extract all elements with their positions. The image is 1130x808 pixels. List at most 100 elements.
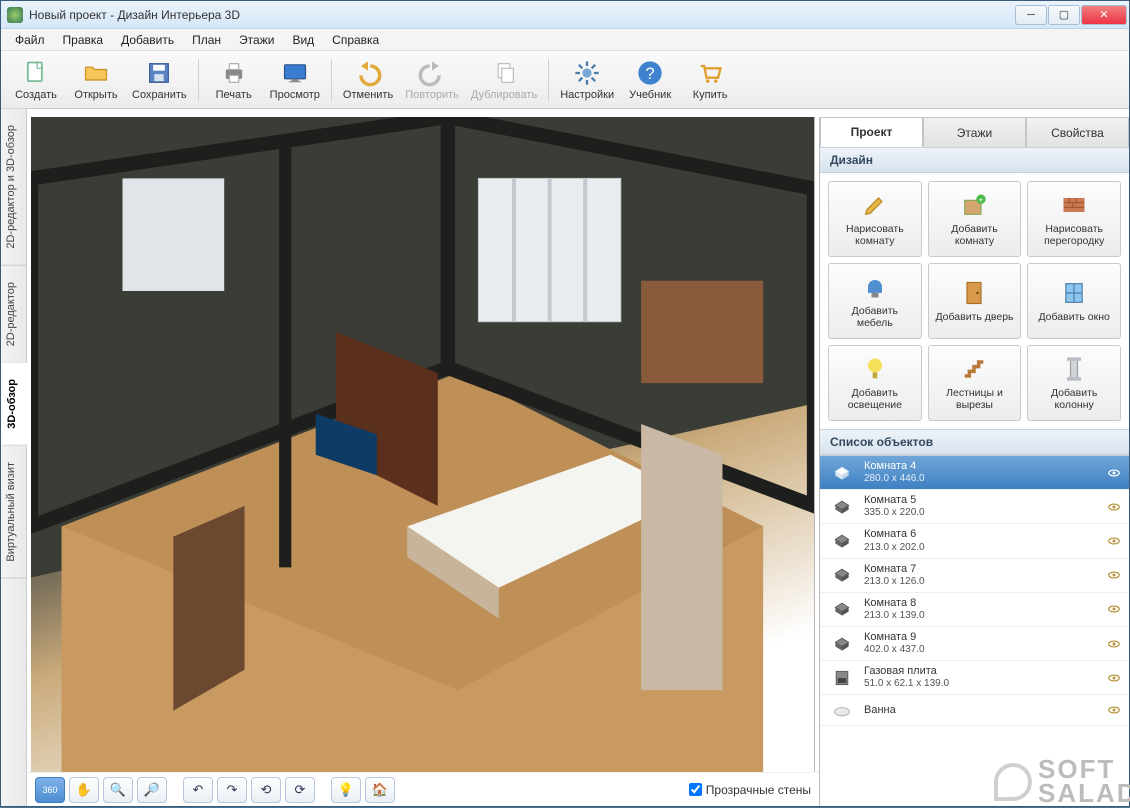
toolbar-duplicate[interactable]: Дублировать (466, 54, 542, 106)
object-dimensions: 402.0 x 437.0 (864, 644, 925, 656)
object-type-icon (828, 530, 856, 552)
add-room-button[interactable]: +Добавить комнату (928, 181, 1022, 257)
redo-icon (418, 59, 446, 87)
pencil-room-icon (861, 191, 889, 219)
visibility-eye-icon[interactable] (1107, 466, 1121, 480)
toolbar-print[interactable]: Печать (205, 54, 263, 106)
home-icon: 🏠 (372, 782, 388, 798)
menu-floors[interactable]: Этажи (231, 31, 282, 49)
duplicate-icon (490, 59, 518, 87)
visibility-eye-icon[interactable] (1107, 568, 1121, 582)
object-type-icon (828, 598, 856, 620)
pan-button[interactable]: ✋ (69, 777, 99, 803)
toolbar-tutorial[interactable]: ?Учебник (621, 54, 679, 106)
visibility-eye-icon[interactable] (1107, 703, 1121, 717)
tab-2d-editor[interactable]: 2D-редактор (1, 266, 26, 363)
toolbar-redo[interactable]: Повторить (400, 54, 464, 106)
menu-help[interactable]: Справка (324, 31, 387, 49)
visibility-eye-icon[interactable] (1107, 602, 1121, 616)
object-dimensions: 280.0 x 446.0 (864, 473, 925, 485)
menu-file[interactable]: Файл (7, 31, 53, 49)
orbit-left-button[interactable]: ⟲ (251, 777, 281, 803)
light-toggle-button[interactable]: 💡 (331, 777, 361, 803)
right-panel: Проект Этажи Свойства Дизайн Нарисовать … (819, 117, 1129, 806)
bulb-icon (861, 355, 889, 383)
toolbar-undo[interactable]: Отменить (338, 54, 398, 106)
visibility-eye-icon[interactable] (1107, 500, 1121, 514)
transparent-walls-checkbox[interactable]: Прозрачные стены (689, 783, 811, 797)
zoom-in-button[interactable]: 🔍 (103, 777, 133, 803)
folder-open-icon (82, 59, 110, 87)
object-row[interactable]: Комната 5335.0 x 220.0 (820, 490, 1129, 524)
tab-floors[interactable]: Этажи (923, 117, 1026, 147)
zoom-out-icon: 🔎 (144, 782, 160, 798)
visibility-eye-icon[interactable] (1107, 534, 1121, 548)
home-view-button[interactable]: 🏠 (365, 777, 395, 803)
object-name: Комната 6 (864, 528, 925, 541)
add-furniture-button[interactable]: Добавить мебель (828, 263, 922, 339)
add-light-button[interactable]: Добавить освещение (828, 345, 922, 421)
tab-properties[interactable]: Свойства (1026, 117, 1129, 147)
visibility-eye-icon[interactable] (1107, 637, 1121, 651)
object-row[interactable]: Комната 8213.0 x 139.0 (820, 593, 1129, 627)
object-row[interactable]: Ванна (820, 695, 1129, 726)
object-row[interactable]: Комната 6213.0 x 202.0 (820, 524, 1129, 558)
help-icon: ? (636, 59, 664, 87)
draw-room-button[interactable]: Нарисовать комнату (828, 181, 922, 257)
visibility-eye-icon[interactable] (1107, 671, 1121, 685)
object-type-icon (828, 667, 856, 689)
toolbar-settings[interactable]: Настройки (555, 54, 619, 106)
gear-icon (573, 59, 601, 87)
object-type-icon (828, 462, 856, 484)
close-button[interactable]: ✕ (1081, 5, 1127, 25)
toolbar-open[interactable]: Открыть (67, 54, 125, 106)
cam-redo-button[interactable]: ↷ (217, 777, 247, 803)
object-name: Комната 8 (864, 597, 925, 610)
zoom-in-icon: 🔍 (110, 782, 126, 798)
menu-view[interactable]: Вид (284, 31, 322, 49)
object-name: Комната 7 (864, 563, 925, 576)
maximize-button[interactable]: ▢ (1048, 5, 1080, 25)
object-type-icon (828, 699, 856, 721)
main-toolbar: Создать Открыть Сохранить Печать Просмот… (1, 51, 1129, 109)
menu-edit[interactable]: Правка (55, 31, 112, 49)
stairs-button[interactable]: Лестницы и вырезы (928, 345, 1022, 421)
menu-add[interactable]: Добавить (113, 31, 182, 49)
toolbar-preview[interactable]: Просмотр (265, 54, 325, 106)
toolbar-save[interactable]: Сохранить (127, 54, 192, 106)
cam-undo-button[interactable]: ↶ (183, 777, 213, 803)
object-type-icon (828, 496, 856, 518)
object-name: Комната 4 (864, 460, 925, 473)
printer-icon (220, 59, 248, 87)
object-row[interactable]: Комната 7213.0 x 126.0 (820, 559, 1129, 593)
svg-text:+: + (979, 196, 984, 205)
design-section-header: Дизайн (820, 147, 1129, 173)
add-door-button[interactable]: Добавить дверь (928, 263, 1022, 339)
object-dimensions: 213.0 x 139.0 (864, 610, 925, 622)
tab-3d-view[interactable]: 3D-обзор (1, 363, 27, 446)
add-window-button[interactable]: Добавить окно (1027, 263, 1121, 339)
column-icon (1060, 355, 1088, 383)
menu-plan[interactable]: План (184, 31, 229, 49)
rotate-360-button[interactable]: 360 (35, 777, 65, 803)
design-tools-grid: Нарисовать комнату +Добавить комнату Нар… (820, 173, 1129, 429)
3d-viewport[interactable] (31, 117, 815, 772)
add-column-button[interactable]: Добавить колонну (1027, 345, 1121, 421)
object-row[interactable]: Комната 9402.0 x 437.0 (820, 627, 1129, 661)
toolbar-buy[interactable]: Купить (681, 54, 739, 106)
toolbar-create[interactable]: Создать (7, 54, 65, 106)
object-list[interactable]: Комната 4280.0 x 446.0Комната 5335.0 x 2… (820, 455, 1129, 806)
zoom-out-button[interactable]: 🔎 (137, 777, 167, 803)
minimize-button[interactable]: ─ (1015, 5, 1047, 25)
transparent-walls-input[interactable] (689, 783, 702, 796)
object-row[interactable]: Газовая плита51.0 x 62.1 x 139.0 (820, 661, 1129, 695)
undo-icon (354, 59, 382, 87)
object-row[interactable]: Комната 4280.0 x 446.0 (820, 456, 1129, 490)
tab-2d-3d[interactable]: 2D-редактор и 3D-обзор (1, 109, 26, 266)
object-name: Ванна (864, 704, 896, 717)
orbit-right-button[interactable]: ⟳ (285, 777, 315, 803)
tab-virtual-visit[interactable]: Виртуальный визит (1, 446, 26, 579)
view-mode-tabs: 2D-редактор и 3D-обзор 2D-редактор 3D-об… (1, 109, 27, 806)
tab-project[interactable]: Проект (820, 117, 923, 147)
draw-wall-button[interactable]: Нарисовать перегородку (1027, 181, 1121, 257)
